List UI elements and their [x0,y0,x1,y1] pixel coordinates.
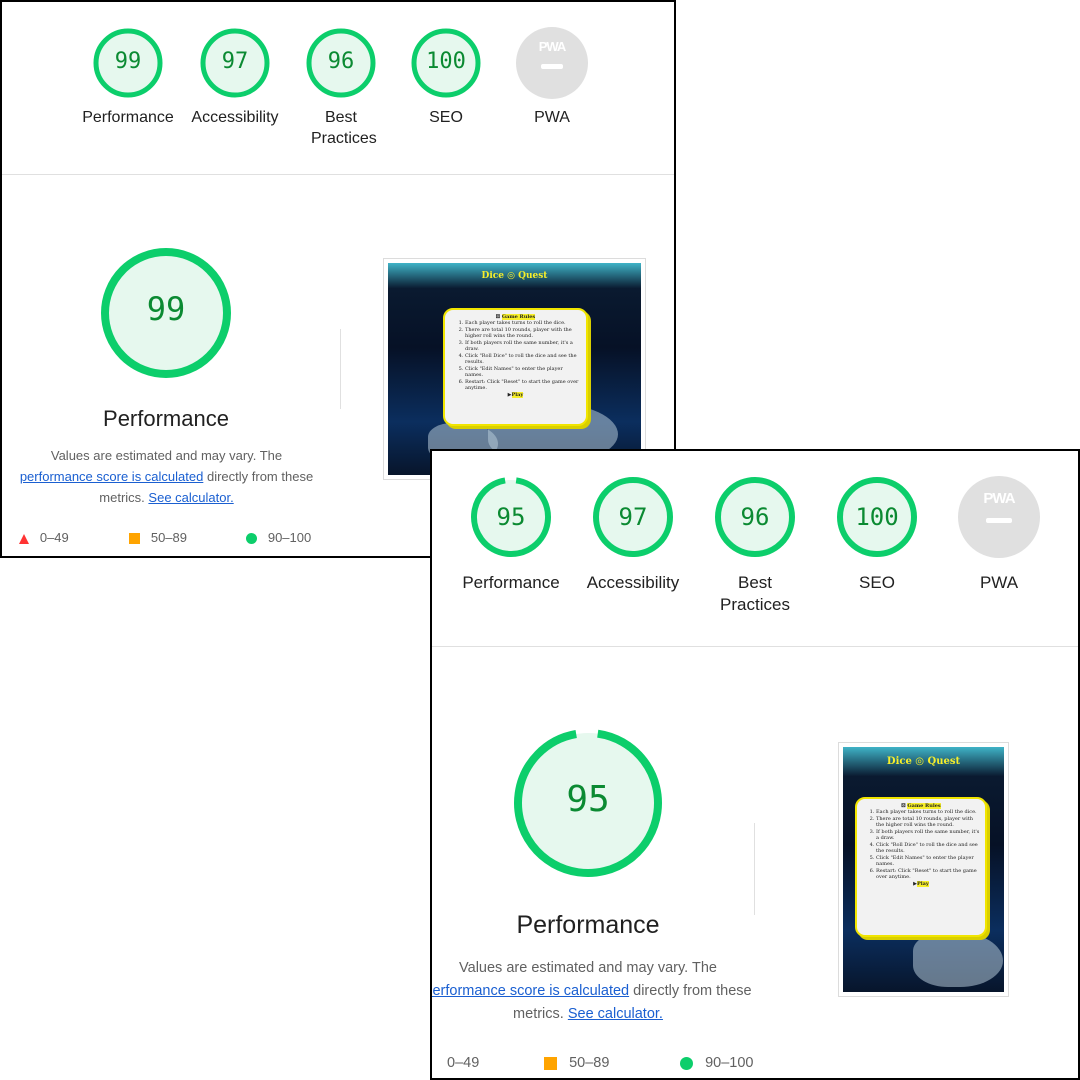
rule-item: If both players roll the same number, it… [876,829,980,841]
score-calculated-link[interactable]: performance score is calculated [432,983,629,999]
gauge-pwa[interactable]: PWA PWA [939,451,1059,646]
circle-icon [246,533,257,545]
score-label: PWA [534,109,570,126]
legend-average: 50–89 [544,1055,609,1071]
score-value: 96 [740,503,770,531]
performance-gauge-large[interactable]: 95 [512,727,664,879]
score-value: 95 [496,503,526,531]
rule-item: There are total 10 rounds, player with t… [876,816,980,828]
performance-title: Performance [103,406,229,431]
rule-item: Restart: Click "Reset" to start the game… [465,379,580,391]
score-legend: 0–49 50–89 90–100 [432,1055,1078,1077]
rule-item: Click "Roll Dice" to roll the dice and s… [465,353,580,365]
score-value: 96 [327,49,355,74]
play-button: ▶Play [913,881,929,887]
rules-card: ⚄ Game Rules Each player takes turns to … [443,308,588,426]
final-screenshot[interactable]: Dice ◎ Quest ⚄ Game Rules Each player ta… [838,742,1009,997]
gauge-accessibility[interactable]: 97 Accessibility [573,451,693,646]
legend-pass: 90–100 [246,530,311,545]
score-label: SEO [429,109,463,126]
score-value: 97 [618,503,648,531]
rules-card: ⚄ Game Rules Each player takes turns to … [855,797,987,937]
pwa-badge: PWA [958,476,1040,558]
rule-item: Click "Roll Dice" to roll the dice and s… [876,842,980,854]
square-icon [544,1056,557,1070]
performance-description: Values are estimated and may vary. The p… [432,957,759,1027]
performance-description: Values are estimated and may vary. The p… [14,446,319,508]
play-button: ▶Play [507,392,524,398]
gauge-seo[interactable]: 100 SEO [396,2,496,174]
game-title: Dice ◎ Quest [481,271,548,281]
score-label: PWA [979,573,1019,592]
rule-item: If both players roll the same number, it… [465,340,580,352]
see-calculator-link[interactable]: See calculator. [568,1006,663,1022]
gauge-pwa[interactable]: PWA PWA [502,2,602,174]
dash-icon [986,518,1012,523]
score-label: Accessibility [191,109,279,126]
rule-item: Each player takes turns to roll the dice… [465,320,580,326]
dash-icon [541,64,563,69]
score-value-large: 99 [146,290,186,328]
gauge-accessibility[interactable]: 97 Accessibility [185,2,285,174]
rules-list: Each player takes turns to roll the dice… [862,809,980,880]
rule-item: Click "Edit Names" to enter the player n… [465,366,580,378]
gauge-performance[interactable]: 95 Performance [451,451,571,646]
legend-fail: 0–49 [447,1055,480,1071]
gauge-seo[interactable]: 100 SEO [817,451,937,646]
score-label: Best Practices [720,573,790,615]
rule-item: There are total 10 rounds, player with t… [465,327,580,339]
map-shape [913,932,1003,987]
score-value: 100 [855,503,899,531]
score-label: Performance [82,109,174,126]
screenshot-image: Dice ◎ Quest ⚄ Game Rules Each player ta… [843,747,1004,992]
gauge-best-practices[interactable]: 96 Best Practices [291,2,391,174]
score-value: 100 [426,49,466,74]
score-value: 97 [221,49,249,74]
legend-pass: 90–100 [680,1055,753,1071]
performance-title: Performance [516,911,660,939]
gauge-best-practices[interactable]: 96 Best Practices [695,451,815,646]
divider [754,823,755,915]
score-label: SEO [859,573,895,592]
lighthouse-report-panel-2: 95 Performance 97 Accessibility 96 Best … [430,449,1080,1080]
score-label: Performance [462,573,560,592]
circle-icon [680,1056,693,1070]
score-value: 99 [114,49,142,74]
screenshot-image: Dice ◎ Quest ⚄ Game Rules Each player ta… [388,263,641,475]
rule-item: Click "Edit Names" to enter the player n… [876,855,980,867]
score-gauges-row: 99 Performance 97 Accessibility 96 Best … [2,2,674,175]
score-calculated-link[interactable]: performance score is calculated [20,469,204,484]
final-screenshot[interactable]: Dice ◎ Quest ⚄ Game Rules Each player ta… [383,258,646,480]
rules-list: Each player takes turns to roll the dice… [451,320,580,391]
rule-item: Each player takes turns to roll the dice… [876,809,980,815]
score-value-large: 95 [566,779,610,820]
square-icon [129,533,140,545]
legend-average: 50–89 [129,530,187,545]
score-label: Best Practices [311,109,377,147]
score-label: Accessibility [586,573,680,592]
pwa-badge: PWA [516,27,588,99]
rule-item: Restart: Click "Reset" to start the game… [876,868,980,880]
see-calculator-link[interactable]: See calculator. [148,490,233,505]
desc-text: Values are estimated and may vary. The [50,448,283,463]
game-title: Dice ◎ Quest [886,756,961,767]
score-gauges-row: 95 Performance 97 Accessibility 96 Best … [432,451,1078,647]
performance-gauge-large[interactable]: 99 [99,246,233,380]
triangle-icon [19,533,29,544]
divider [340,329,341,409]
pwa-badge-text: PWA [983,490,1015,507]
gauge-performance[interactable]: 99 Performance [78,2,178,174]
legend-fail: 0–49 [19,530,69,545]
pwa-badge-text: PWA [538,39,567,54]
desc-text: Values are estimated and may vary. The [459,960,717,976]
